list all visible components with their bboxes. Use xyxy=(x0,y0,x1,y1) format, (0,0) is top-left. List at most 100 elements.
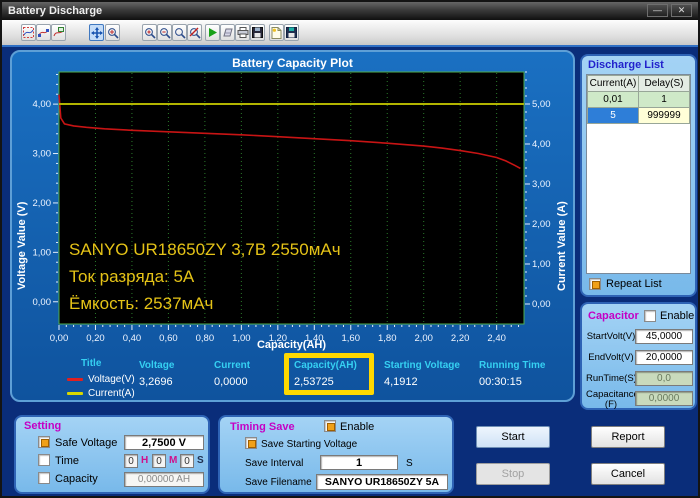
voltage-readout-value: 3,2696 xyxy=(139,376,173,388)
discharge-row1-delay[interactable]: 999999 xyxy=(638,107,690,124)
time-seconds-field[interactable]: 0 xyxy=(180,454,194,468)
plot-nodes-button[interactable] xyxy=(36,24,51,41)
capacity-label: Capacity xyxy=(55,473,98,485)
svg-text:3,00: 3,00 xyxy=(33,149,52,160)
zoom-out-icon xyxy=(159,27,171,39)
discharge-row1-current[interactable]: 5 xyxy=(587,107,639,124)
capacity-field: 0,00000 AH xyxy=(124,472,204,487)
startvolt-field[interactable]: 45,0000 xyxy=(635,329,693,344)
time-checkbox[interactable] xyxy=(38,454,50,466)
svg-text:4,00: 4,00 xyxy=(532,139,551,150)
runtime-label: RunTime(S) xyxy=(586,373,637,384)
current-legend-label: Current(A) xyxy=(88,388,135,399)
minimize-button[interactable]: — xyxy=(647,4,668,17)
capacity-readout-label: Capacity(AH) xyxy=(294,360,357,371)
save-data-icon xyxy=(286,27,297,38)
running-time-readout: Running Time 00:30:15 xyxy=(479,360,545,388)
capacitor-enable-checkbox[interactable] xyxy=(644,310,656,322)
svg-text:1,00: 1,00 xyxy=(532,259,551,270)
save-starting-voltage-label: Save Starting Voltage xyxy=(261,439,358,450)
chart-panel: Battery Capacity Plot 0,00 0,20 0,40 0,60 0,… xyxy=(10,50,575,402)
save-icon xyxy=(252,27,263,38)
table-row[interactable]: 0,01 1 xyxy=(587,91,690,108)
plot-legend-button[interactable] xyxy=(51,24,66,41)
report-button[interactable]: Report xyxy=(591,426,665,448)
legend-header: Title xyxy=(81,358,102,369)
setting-title: Setting xyxy=(24,420,62,432)
safe-voltage-label: Safe Voltage xyxy=(55,437,118,449)
run-icon xyxy=(209,28,217,37)
starting-voltage-label: Starting Voltage xyxy=(384,360,460,371)
discharge-list-header-row: Current(A) Delay(S) xyxy=(587,75,690,92)
svg-text:0,00: 0,00 xyxy=(532,299,551,310)
svg-text:0,00: 0,00 xyxy=(33,297,52,308)
svg-text:1,00: 1,00 xyxy=(33,247,52,258)
close-button[interactable]: ✕ xyxy=(671,4,692,17)
time-hours-field[interactable]: 0 xyxy=(124,454,138,468)
safe-voltage-checkbox[interactable] xyxy=(38,436,50,448)
zoom-window-icon xyxy=(107,27,119,39)
time-hours-unit: H xyxy=(141,455,149,466)
y-axis-label-right: Current Value (A) xyxy=(556,201,568,291)
current-readout-label: Current xyxy=(214,360,251,371)
time-seconds-unit: S xyxy=(197,455,204,466)
zoom-window-button[interactable] xyxy=(105,24,120,41)
zoom-reset-button[interactable] xyxy=(187,24,202,41)
discharge-row0-delay[interactable]: 1 xyxy=(638,91,690,108)
plot-style-button[interactable] xyxy=(21,24,36,41)
endvolt-field[interactable]: 20,0000 xyxy=(635,350,693,365)
zoom-reset-icon xyxy=(189,27,201,39)
endvolt-label: EndVolt(V) xyxy=(588,352,634,363)
discharge-col-delay: Delay(S) xyxy=(638,75,690,92)
table-row-selected[interactable]: 5 999999 xyxy=(587,107,690,124)
start-button[interactable]: Start xyxy=(476,426,550,448)
capacity-checkbox[interactable] xyxy=(38,472,50,484)
save-filename-label: Save Filename xyxy=(245,477,312,488)
save-interval-field[interactable]: 1 xyxy=(320,455,398,470)
svg-text:5,00: 5,00 xyxy=(532,99,551,110)
plot-legend-icon xyxy=(53,27,64,37)
svg-text:4,00: 4,00 xyxy=(33,99,52,110)
save-interval-unit: S xyxy=(406,458,413,469)
voltage-readout: Voltage 3,2696 xyxy=(139,360,174,388)
plot-style-icon xyxy=(23,27,34,38)
timing-enable-checkbox[interactable] xyxy=(324,420,336,432)
repeat-list-checkbox[interactable] xyxy=(589,278,601,290)
save-button[interactable] xyxy=(250,24,265,41)
erase-button[interactable] xyxy=(220,24,235,41)
timing-save-title: Timing Save xyxy=(230,421,295,433)
starting-voltage-readout: Starting Voltage 4,1912 xyxy=(384,360,460,388)
zoom-in-button[interactable] xyxy=(142,24,157,41)
magnify-button[interactable] xyxy=(172,24,187,41)
plot-nodes-icon xyxy=(38,29,49,37)
run-button[interactable] xyxy=(205,24,220,41)
discharge-row0-current[interactable]: 0,01 xyxy=(587,91,639,108)
y-axis-label-left: Voltage Value (V) xyxy=(16,201,28,291)
zoom-out-button[interactable] xyxy=(157,24,172,41)
svg-text:SANYO UR18650ZY 3,7В 2550мАч: SANYO UR18650ZY 3,7В 2550мАч xyxy=(69,240,341,259)
toolbar xyxy=(2,20,698,47)
time-label: Time xyxy=(55,455,80,467)
pan-button[interactable] xyxy=(89,24,104,41)
voltage-readout-label: Voltage xyxy=(139,360,175,371)
save-data-button[interactable] xyxy=(284,24,299,41)
svg-text:3,00: 3,00 xyxy=(532,179,551,190)
time-minutes-field[interactable]: 0 xyxy=(152,454,166,468)
capacitor-title: Capacitor xyxy=(588,310,639,322)
time-minutes-unit: M xyxy=(169,455,178,466)
svg-text:2,00: 2,00 xyxy=(532,219,551,230)
cancel-button[interactable]: Cancel xyxy=(591,463,665,485)
save-filename-field[interactable]: SANYO UR18650ZY 5A xyxy=(316,474,448,490)
save-starting-voltage-checkbox[interactable] xyxy=(245,437,257,449)
zoom-in-icon xyxy=(144,27,156,39)
timing-enable-label: Enable xyxy=(340,421,375,433)
new-report-button[interactable] xyxy=(269,24,284,41)
capacity-readout-value: 2,53725 xyxy=(294,376,334,388)
current-readout: Current 0,0000 xyxy=(214,360,250,388)
repeat-list-label: Repeat List xyxy=(606,278,662,290)
safe-voltage-field[interactable]: 2,7500 V xyxy=(124,435,204,450)
timing-save-panel: Timing Save Enable Save Starting Voltage… xyxy=(218,415,454,494)
print-icon xyxy=(237,27,248,38)
print-button[interactable] xyxy=(235,24,250,41)
discharge-list-panel: Discharge List Current(A) Delay(S) 0,01 … xyxy=(580,54,697,297)
